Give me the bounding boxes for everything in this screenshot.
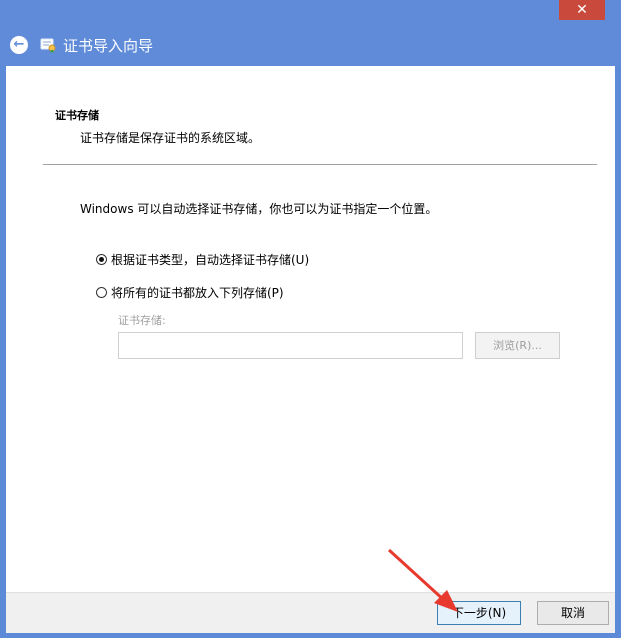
close-icon: ✕ bbox=[576, 2, 588, 18]
wizard-footer: 下一步(N) 取消 bbox=[6, 592, 615, 633]
header-divider bbox=[43, 164, 597, 165]
manual-store-label: 将所有的证书都放入下列存储(P) bbox=[111, 286, 284, 300]
auto-select-radio[interactable] bbox=[96, 254, 107, 265]
certificate-wizard-icon bbox=[40, 38, 56, 53]
title-bar: ✕ ← 证书导入向导 bbox=[0, 0, 621, 66]
next-button[interactable]: 下一步(N) bbox=[437, 601, 521, 625]
back-arrow-icon: ← bbox=[13, 37, 25, 52]
certificate-store-field bbox=[118, 332, 463, 359]
cancel-button[interactable]: 取消 bbox=[537, 601, 609, 625]
intro-text: Windows 可以自动选择证书存储，你也可以为证书指定一个位置。 bbox=[80, 202, 438, 216]
back-button[interactable]: ← bbox=[10, 36, 28, 54]
certificate-store-label: 证书存储: bbox=[118, 314, 166, 327]
manual-store-radio[interactable] bbox=[96, 287, 107, 298]
auto-select-store-option[interactable]: 根据证书类型，自动选择证书存储(U) bbox=[96, 251, 309, 268]
manual-store-option[interactable]: 将所有的证书都放入下列存储(P) bbox=[96, 284, 284, 301]
browse-button: 浏览(R)... bbox=[475, 332, 560, 359]
wizard-content: 证书存储 证书存储是保存证书的系统区域。 Windows 可以自动选择证书存储，… bbox=[6, 66, 615, 592]
close-button[interactable]: ✕ bbox=[559, 0, 605, 20]
window-title: 证书导入向导 bbox=[63, 37, 154, 55]
page-description: 证书存储是保存证书的系统区域。 bbox=[80, 131, 261, 145]
auto-select-label: 根据证书类型，自动选择证书存储(U) bbox=[111, 253, 310, 267]
page-heading: 证书存储 bbox=[55, 109, 99, 122]
